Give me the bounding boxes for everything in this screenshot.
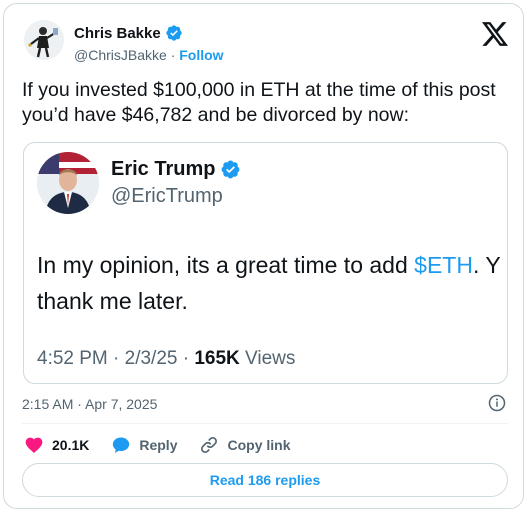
reply-bubble-icon — [113, 437, 130, 453]
quoted-timestamp: 4:52 PM · 2/3/25 · — [37, 348, 195, 369]
author-name[interactable]: Chris Bakke — [74, 24, 183, 42]
verified-badge-icon — [222, 160, 240, 179]
reply-label: Reply — [139, 437, 178, 453]
quoted-tweet-meta: 4:52 PM · 2/3/25 · 165K Views — [37, 348, 295, 370]
follow-button[interactable]: Follow — [179, 47, 223, 63]
action-bar: 20.1K Reply Copy link — [24, 434, 313, 456]
quoted-text-part: . Y — [472, 252, 501, 278]
views-label: Views — [239, 348, 296, 369]
reply-button[interactable]: Reply — [111, 435, 177, 455]
quoted-text-part: In my opinion, its a great time to add — [37, 252, 415, 278]
tweet-timestamp[interactable]: 2:15 AM · Apr 7, 2025 — [22, 396, 157, 412]
link-icon — [201, 437, 218, 453]
quoted-tweet[interactable]: Eric Trump @EricTrump In my opinion, its… — [23, 142, 508, 384]
heart-icon — [25, 437, 43, 453]
quoted-author-name-text: Eric Trump — [111, 158, 216, 180]
x-logo-icon[interactable] — [482, 22, 508, 46]
quoted-author-name[interactable]: Eric Trump — [111, 158, 241, 181]
like-count: 20.1K — [52, 437, 90, 453]
author-avatar[interactable] — [24, 20, 64, 60]
cashtag-link[interactable]: $ETH — [414, 252, 473, 278]
tweet-embed-card: Chris Bakke @ChrisJBakke · Follow If you… — [3, 3, 524, 509]
quoted-tweet-text: In my opinion, its a great time to add $… — [37, 247, 507, 319]
author-name-text: Chris Bakke — [74, 24, 161, 42]
read-replies-button[interactable]: Read 186 replies — [22, 463, 508, 497]
copy-link-button[interactable]: Copy link — [199, 435, 291, 455]
views-count: 165K — [194, 348, 240, 369]
like-button[interactable]: 20.1K — [24, 435, 89, 455]
verified-badge-icon — [166, 25, 182, 41]
divider — [22, 423, 508, 424]
quoted-author-avatar[interactable] — [37, 152, 99, 214]
copy-link-label: Copy link — [227, 437, 291, 453]
author-handle-line: @ChrisJBakke · Follow — [74, 47, 224, 63]
tweet-text: If you invested $100,000 in ETH at the t… — [22, 79, 496, 126]
info-icon[interactable] — [488, 394, 506, 412]
separator-dot: · — [170, 47, 176, 63]
quoted-author-handle[interactable]: @EricTrump — [111, 185, 223, 208]
quoted-text-line2: thank me later. — [37, 288, 188, 314]
author-handle[interactable]: @ChrisJBakke — [74, 47, 167, 63]
